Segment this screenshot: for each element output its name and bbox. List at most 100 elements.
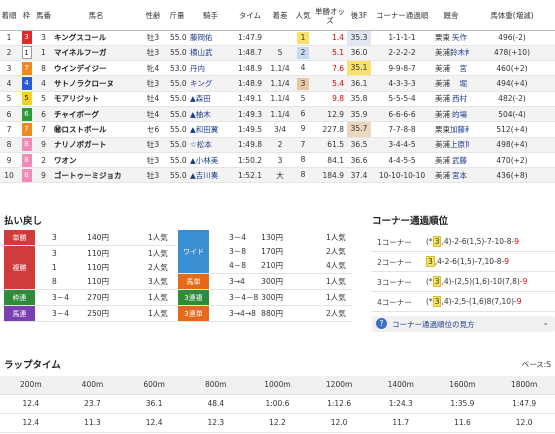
jockey-link[interactable]: キング bbox=[188, 75, 233, 92]
lap-cumulative-cell: 1:24.3 bbox=[369, 394, 432, 414]
payout-combination: 3－4 bbox=[52, 293, 70, 302]
horse-name-link[interactable]: ワオン bbox=[52, 152, 140, 169]
time-cell: 1:52.1 bbox=[233, 167, 267, 184]
payouts-title: 払い戻し bbox=[4, 216, 43, 227]
last3f-cell: 35.7 bbox=[347, 121, 371, 138]
odds-cell: 184.9 bbox=[313, 167, 347, 184]
col-rank: 着順 bbox=[0, 2, 18, 31]
last3f-value: 35.3 bbox=[347, 30, 371, 45]
odds-cell: 227.8 bbox=[313, 121, 347, 138]
trainer-link[interactable]: 武藤 bbox=[452, 156, 467, 165]
jockey-link[interactable]: ▲柚木 bbox=[188, 106, 233, 123]
lap-cumulative-row: 12.4 23.7 36.1 48.4 1:00.6 1:12.6 1:24.3 1:35.9… bbox=[0, 394, 555, 414]
corner-seq-body: ,4)-2-6(1,5)-7-10-8- bbox=[441, 237, 515, 246]
frame-badge: 3 bbox=[21, 31, 32, 45]
jockey-link[interactable]: ▲森田 bbox=[188, 91, 233, 107]
horse-name-link[interactable]: ウインデイジー bbox=[52, 60, 140, 77]
trainer-link[interactable]: 堀 bbox=[460, 79, 468, 88]
corner-order-cell: 2-2-2-2 bbox=[371, 45, 433, 62]
trainer-cell: 美浦上原博 bbox=[433, 137, 469, 153]
horse-number-cell: 9 bbox=[35, 137, 52, 153]
horse-name-link[interactable]: チャイボーグ bbox=[52, 106, 140, 123]
table-row: 6 6 6 チャイボーグ 牡4 55.0 ▲柚木 1:49.3 1.1/4 6 12.9 35.9 6-… bbox=[0, 106, 555, 123]
rank-cell: 2 bbox=[0, 45, 18, 62]
payout-row: 3－4 250円 1人気 bbox=[35, 307, 176, 320]
jockey-link[interactable]: ▲小林美 bbox=[188, 152, 233, 169]
last3f-value: 36.1 bbox=[350, 79, 368, 89]
payout-amount: 300円 bbox=[261, 277, 283, 286]
weight-cell: 55.0 bbox=[166, 30, 188, 46]
popularity-badge: 6 bbox=[300, 109, 306, 119]
jockey-link[interactable]: ▲吉川奏 bbox=[188, 167, 233, 184]
lap-distance-header: 200m bbox=[0, 376, 62, 395]
trainer-link[interactable]: 上原博 bbox=[450, 140, 469, 149]
trainer-link[interactable]: 矢作 bbox=[452, 33, 467, 42]
payout-divider bbox=[4, 321, 176, 322]
payout-type-label: 複勝 bbox=[4, 246, 35, 290]
frame-badge: 5 bbox=[21, 92, 32, 106]
payout-type-label: 馬連 bbox=[4, 306, 35, 322]
corner-order-cell: 5-5-5-4 bbox=[371, 91, 433, 107]
corner-row: 4コーナー (* 3,4)-2,5-(1,6)8(7,10)-9 bbox=[371, 292, 555, 312]
trainer-link[interactable]: 鈴木伸 bbox=[450, 48, 469, 57]
corner-sequence: (* 3,4)-2,5-(1,6)8(7,10)-9 bbox=[426, 296, 521, 307]
table-row: 9 8 2 ワオン 牡3 55.0 ▲小林美 1:50.2 3 8 84.1 36.6 4-4-5-5 美… bbox=[0, 152, 555, 169]
horse-name-link[interactable]: マイネルフーガ bbox=[52, 45, 140, 62]
payout-combination: 3－4－8 bbox=[229, 293, 259, 302]
popularity-cell: 9 bbox=[293, 121, 313, 138]
popularity-badge: 7 bbox=[300, 139, 306, 149]
trainer-cell: 美浦 堀 bbox=[433, 75, 469, 92]
horse-name-link[interactable]: ゴートゥーミジョカ bbox=[52, 167, 140, 184]
jockey-link[interactable]: ▲和田翼 bbox=[188, 121, 233, 138]
trainer-cell: 栗東 矢作 bbox=[433, 30, 469, 46]
jockey-link[interactable]: 横山武 bbox=[188, 45, 233, 62]
trainer-link[interactable]: 加藤和 bbox=[450, 125, 469, 134]
margin-cell: 大 bbox=[267, 167, 293, 184]
corner-seq-body: ,4)-2,5-(1,6)8(7,10)- bbox=[441, 297, 517, 306]
weight-cell: 55.0 bbox=[166, 121, 188, 138]
payout-popularity: 1人気 bbox=[148, 233, 168, 242]
horse-name-link[interactable]: モアリジット bbox=[52, 91, 140, 107]
trainer-link[interactable]: 宮本 bbox=[452, 171, 467, 180]
last3f-value: 36.6 bbox=[350, 155, 368, 165]
payout-popularity: 2人気 bbox=[148, 263, 168, 272]
lap-split-row: 12.4 11.3 12.4 12.3 12.2 12.0 11.7 11.6 12.0 bbox=[0, 413, 555, 433]
weight-cell: 55.0 bbox=[166, 167, 188, 184]
last3f-value: 35.9 bbox=[350, 109, 368, 119]
horse-name-link[interactable]: ナリノボガート bbox=[52, 137, 140, 153]
trainer-link[interactable]: 的場 bbox=[452, 110, 467, 119]
corner-last-highlight: 9 bbox=[504, 257, 510, 266]
payout-combination: 3→4 bbox=[229, 277, 245, 286]
payout-row: 3→4→8 880円 2人気 bbox=[209, 307, 353, 320]
corner-seq-prefix: (* bbox=[426, 237, 433, 246]
corner-label: 4コーナー bbox=[377, 298, 412, 307]
payout-popularity: 1人気 bbox=[148, 249, 168, 258]
trainer-link[interactable]: 西村 bbox=[452, 94, 467, 103]
horse-name-link[interactable]: サトノラクローヌ bbox=[52, 75, 140, 92]
horse-name-link[interactable]: ㊙ロストボール bbox=[52, 121, 140, 138]
col-name: 馬名 bbox=[52, 2, 140, 31]
jockey-link[interactable]: ☆松本 bbox=[188, 137, 233, 153]
payout-amount: 140円 bbox=[87, 233, 109, 242]
last3f-cell: 35.1 bbox=[347, 60, 371, 77]
last3f-cell: 36.0 bbox=[347, 45, 371, 62]
payout-combination: 4－8 bbox=[229, 261, 247, 270]
odds-cell: 5.4 bbox=[313, 75, 347, 92]
stable-label: 美浦 bbox=[435, 140, 450, 150]
last3f-cell: 36.1 bbox=[347, 75, 371, 92]
corners-help-link[interactable]: ? コーナー通過順位の見方 ⌄ bbox=[372, 316, 555, 332]
horse-number-cell: 6 bbox=[35, 106, 52, 123]
corner-label: 1コーナー bbox=[377, 238, 412, 247]
jockey-link[interactable]: 藤岡佑 bbox=[188, 30, 233, 46]
payout-combination: 3 bbox=[52, 233, 57, 242]
col-weight: 斤量 bbox=[166, 2, 188, 31]
popularity-badge: 2 bbox=[297, 46, 309, 59]
corner-sequence: (* 3,4)-2-6(1,5)-7-10-8-9 bbox=[426, 236, 519, 247]
frame-cell: 7 bbox=[18, 121, 35, 138]
horse-name-link[interactable]: キングスコール bbox=[52, 30, 140, 46]
jockey-link[interactable]: 丹内 bbox=[188, 60, 233, 77]
corner-order-cell: 7-7-8-8 bbox=[371, 121, 433, 138]
table-row: 1 3 3 キングスコール 牡3 55.0 藤岡佑 1:47.9 1 1.4 35.3 1-1-1-1… bbox=[0, 30, 555, 46]
last3f-value: 36.0 bbox=[350, 48, 368, 58]
trainer-link[interactable]: 宮 bbox=[460, 64, 468, 73]
